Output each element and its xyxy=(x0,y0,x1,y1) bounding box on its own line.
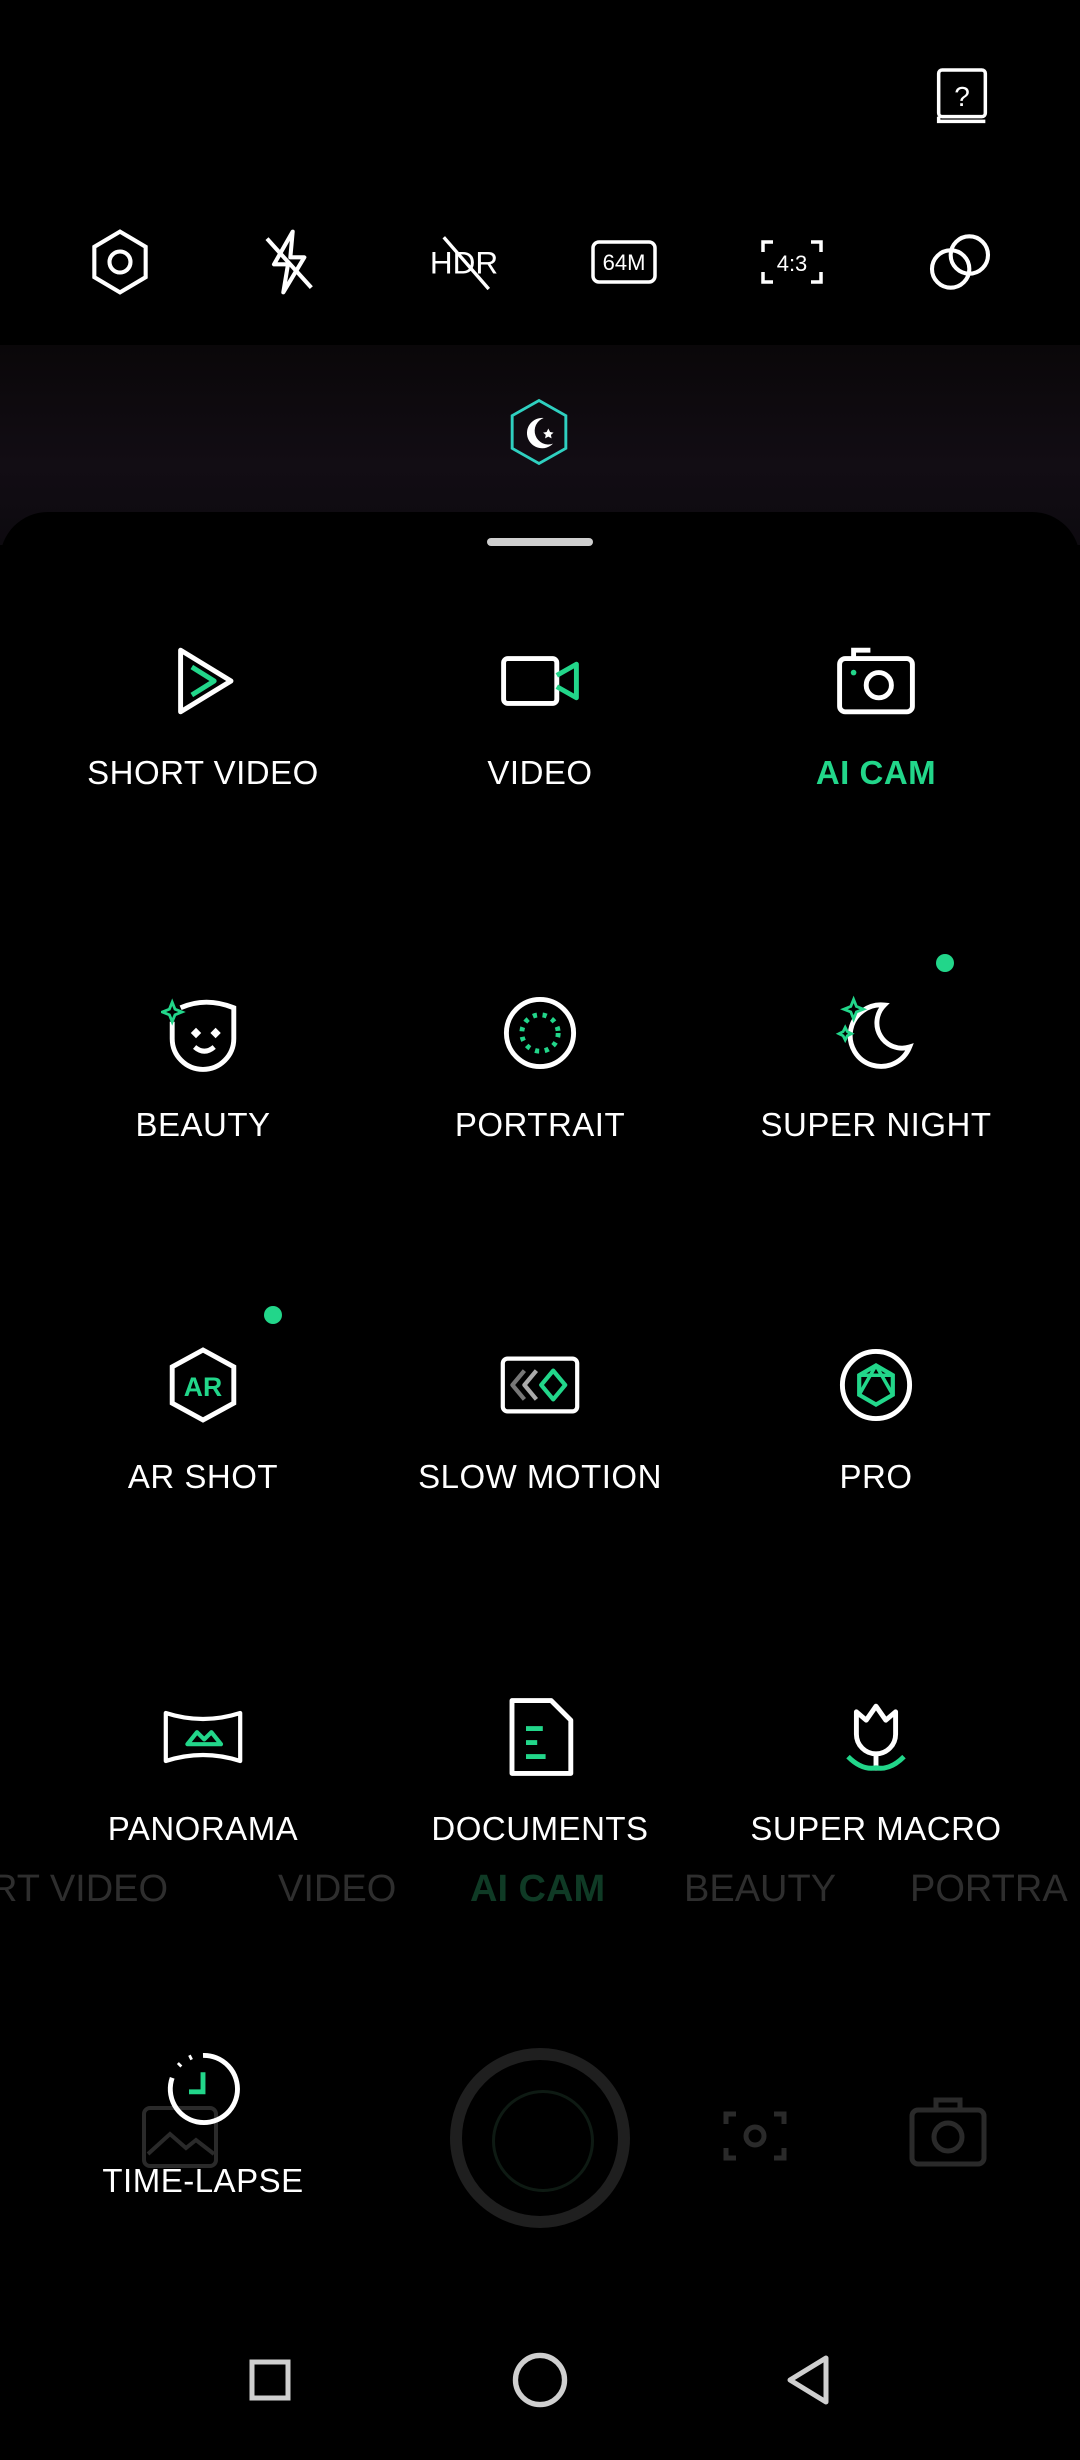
ar-hexagon-icon: AR xyxy=(158,1340,248,1430)
hdr-off-button[interactable]: HDR xyxy=(414,222,514,302)
mode-time-lapse[interactable]: TIME-LAPSE xyxy=(38,2044,368,2244)
document-icon xyxy=(495,1692,585,1782)
mode-slow-motion[interactable]: SLOW MOTION xyxy=(375,1340,705,1540)
flip-camera-icon xyxy=(906,2092,990,2176)
filter-circles-icon[interactable] xyxy=(920,222,1000,302)
mode-label: PANORAMA xyxy=(107,1810,299,1847)
mode-label: VIDEO xyxy=(487,754,593,791)
mode-label: SUPER NIGHT xyxy=(760,1106,992,1143)
mode-beauty[interactable]: BEAUTY xyxy=(38,988,368,1188)
mode-short-video[interactable]: SHORT VIDEO xyxy=(38,636,368,836)
aperture-icon xyxy=(831,1340,921,1430)
resolution-64m-button[interactable]: 64M xyxy=(584,222,664,302)
mode-video[interactable]: VIDEO xyxy=(375,636,705,836)
new-feature-dot xyxy=(264,1306,282,1324)
mode-label: AI CAM xyxy=(815,754,937,791)
mode-label: SLOW MOTION xyxy=(418,1458,662,1495)
mode-label: DOCUMENTS xyxy=(431,1810,649,1847)
back-triangle-icon[interactable] xyxy=(770,2340,850,2420)
panorama-icon xyxy=(158,1692,248,1782)
slow-motion-icon xyxy=(495,1340,585,1430)
mode-pro[interactable]: PRO xyxy=(711,1340,1041,1540)
hexagon-settings-icon[interactable] xyxy=(80,222,160,302)
face-smile-icon xyxy=(158,988,248,1078)
mode-label: BEAUTY xyxy=(135,1106,271,1143)
tulip-macro-icon xyxy=(831,1692,921,1782)
mode-documents[interactable]: DOCUMENTS xyxy=(375,1692,705,1892)
flash-off-icon[interactable] xyxy=(248,222,328,302)
home-circle-icon[interactable] xyxy=(500,2340,580,2420)
shutter-button xyxy=(450,2048,630,2228)
lens-switch-icon xyxy=(720,2106,790,2166)
mode-label: PRO xyxy=(839,1458,913,1495)
camera-icon xyxy=(831,636,921,726)
svg-text:64M: 64M xyxy=(603,250,646,275)
new-feature-dot xyxy=(936,954,954,972)
mode-super-night[interactable]: SUPER NIGHT xyxy=(711,988,1041,1188)
video-camera-icon xyxy=(495,636,585,726)
play-triangle-icon xyxy=(158,636,248,726)
mode-label: SHORT VIDEO xyxy=(87,754,319,791)
portrait-circle-icon xyxy=(495,988,585,1078)
mode-ar-shot[interactable]: AR AR SHOT xyxy=(38,1340,368,1540)
night-scene-icon[interactable] xyxy=(499,392,579,472)
svg-text:AR: AR xyxy=(184,1372,222,1402)
mode-label: TIME-LAPSE xyxy=(102,2162,304,2199)
help-book-icon[interactable]: ? xyxy=(922,58,1002,138)
recent-apps-square-icon[interactable] xyxy=(230,2340,310,2420)
sheet-drag-handle[interactable] xyxy=(487,538,593,546)
aspect-ratio-button[interactable]: 4:3 xyxy=(752,222,832,302)
mode-super-macro[interactable]: SUPER MACRO xyxy=(711,1692,1041,1892)
moon-stars-icon xyxy=(831,988,921,1078)
svg-text:4:3: 4:3 xyxy=(777,251,808,276)
mode-portrait[interactable]: PORTRAIT xyxy=(375,988,705,1188)
mode-ai-cam[interactable]: AI CAM xyxy=(711,636,1041,836)
svg-text:?: ? xyxy=(954,81,970,112)
mode-label: PORTRAIT xyxy=(454,1106,626,1143)
mode-label: AR SHOT xyxy=(127,1458,279,1495)
timer-icon xyxy=(158,2044,248,2134)
mode-panorama[interactable]: PANORAMA xyxy=(38,1692,368,1892)
system-nav-bar xyxy=(0,2340,1080,2440)
mode-label: SUPER MACRO xyxy=(750,1810,1002,1847)
